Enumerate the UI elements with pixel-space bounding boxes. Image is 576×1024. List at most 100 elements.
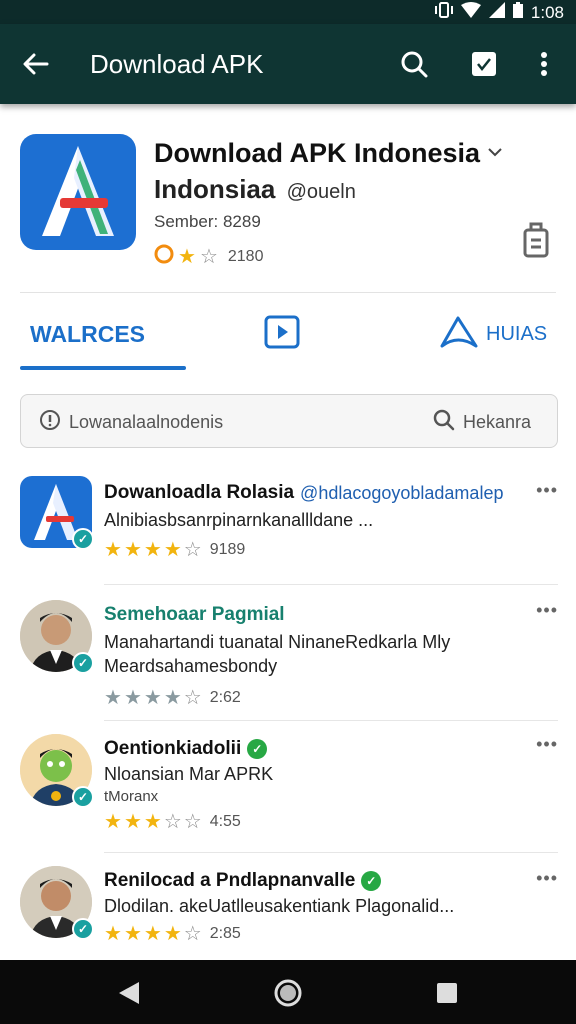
badge-icon [154, 244, 174, 269]
battery-icon [512, 2, 523, 23]
status-bar: 1:08 [0, 0, 576, 24]
back-arrow-icon[interactable] [18, 46, 54, 82]
tab-play[interactable] [264, 314, 300, 354]
star-filled-icon: ★ [143, 811, 162, 833]
star-empty-icon: ☆ [183, 811, 202, 833]
verified-icon: ✓ [72, 786, 94, 808]
nav-recents-icon[interactable] [432, 978, 462, 1008]
star-filled-icon: ★ [143, 687, 162, 709]
star-empty-icon: ☆ [183, 687, 202, 709]
result-title: Oentionkiadolii [104, 738, 242, 759]
star-filled-icon: ★ [104, 923, 122, 945]
verified-icon: ✓ [72, 652, 94, 674]
star-filled-icon: ★ [163, 539, 182, 561]
rating-stars: ★ ★ ★ ★ ☆ 9189 [104, 540, 245, 560]
divider [104, 852, 558, 853]
more-horiz-icon[interactable]: ••• [536, 600, 558, 621]
list-item[interactable]: ✓ Renilocad a Pndlapnanvalle ✓ Dlodilan.… [0, 858, 576, 958]
list-item[interactable]: ✓ Oentionkiadolii ✓ Nloansian Mar APRK t… [0, 724, 576, 854]
signal-icon [488, 2, 505, 23]
rating-count: 2:85 [209, 925, 241, 942]
result-name: Oentionkiadolii ✓ [104, 738, 268, 760]
result-name: Renilocad a Pndlapnanvalle ✓ [104, 870, 382, 892]
vibrate-icon [434, 2, 453, 23]
wifi-icon [460, 2, 481, 23]
search-button-label[interactable]: Hekanra [463, 412, 531, 433]
result-description: Nloansian Mar APRK [104, 764, 274, 784]
star-filled-icon: ★ [163, 923, 182, 945]
trash-icon[interactable] [520, 222, 552, 258]
star-filled-icon: ★ [123, 687, 142, 709]
tab-bar: WALRCES HUIAS [0, 300, 576, 372]
status-time: 1:08 [530, 2, 564, 22]
app-handle: @oueln [286, 181, 356, 203]
result-title: Dowanloadla Rolasia [104, 482, 295, 503]
nav-back-icon[interactable] [114, 978, 144, 1008]
tab-walrces[interactable]: WALRCES [30, 314, 145, 354]
star-filled-icon: ★ [143, 539, 162, 561]
select-all-icon[interactable] [466, 46, 502, 82]
app-title: Download APK Indonesia [154, 138, 481, 168]
star-filled-icon: ★ [104, 687, 122, 709]
search-bar[interactable]: Lowanalaalnodenis Hekanra [20, 394, 558, 448]
divider [104, 584, 558, 585]
app-bar: Download APK [0, 24, 576, 104]
verified-icon: ✓ [72, 528, 94, 550]
verified-check-icon: ✓ [247, 739, 268, 759]
system-nav-bar [0, 960, 576, 1024]
star-filled-icon: ★ [104, 539, 122, 561]
result-title: Renilocad a Pndlapnanvalle [104, 870, 356, 891]
star-filled-icon: ★ [163, 687, 182, 709]
divider [20, 292, 556, 293]
send-arrow-icon [440, 316, 478, 353]
app-rating-count: 2180 [227, 247, 264, 265]
more-horiz-icon[interactable]: ••• [536, 868, 558, 889]
verified-icon: ✓ [72, 918, 94, 940]
tab-indicator [20, 366, 186, 370]
star-filled-icon: ★ [143, 923, 162, 945]
tab-label: HUIAS [486, 322, 548, 345]
tab-label: WALRCES [30, 320, 145, 347]
search-input[interactable]: Lowanalaalnodenis [69, 412, 223, 433]
more-horiz-icon[interactable]: ••• [536, 480, 558, 501]
star-empty-icon: ☆ [183, 923, 202, 945]
tab-huias[interactable]: HUIAS [440, 314, 547, 354]
more-horiz-icon[interactable]: ••• [536, 734, 558, 755]
result-handle: @hdlacogoyobladamalep [300, 482, 504, 503]
app-subtitle: Indonsiaa @oueln [154, 174, 356, 205]
result-description: Dlodilan. akeUatlleusakentiank Plagonali… [104, 896, 455, 916]
star-filled-icon: ★ [123, 539, 142, 561]
nav-home-icon[interactable] [273, 978, 303, 1008]
rating-count: 9189 [209, 541, 246, 558]
app-logo[interactable] [20, 134, 136, 250]
result-title: Semehoaar Pagmial [104, 604, 285, 625]
list-item[interactable]: ✓ Dowanloadla Rolasia @hdlacogoyobladama… [0, 470, 576, 586]
result-description: Alnibiasbsanrpinarnkanallldane ... [104, 510, 374, 530]
more-vert-icon[interactable] [526, 46, 562, 82]
search-icon[interactable] [396, 46, 432, 82]
divider [104, 720, 558, 721]
rating-stars: ★ ★ ★ ★ ☆ 2:62 [104, 688, 241, 708]
app-bar-title: Download APK [90, 49, 264, 79]
app-rating: ★ ☆ 2180 [154, 244, 263, 269]
app-header: Download APK Indonesia Indonsiaa @oueln … [0, 118, 576, 294]
star-filled-icon: ★ [104, 811, 122, 833]
chevron-down-icon[interactable] [488, 144, 502, 162]
result-description-2: Meardsahamesbondy [104, 656, 278, 676]
play-box-icon [264, 315, 300, 354]
info-icon [39, 409, 61, 436]
result-name: Semehoaar Pagmial [104, 604, 285, 626]
app-subtitle-text: Indonsiaa [154, 174, 276, 204]
verified-check-icon: ✓ [361, 871, 382, 891]
app-meta: Sember: 8289 [154, 212, 261, 231]
star-filled-icon: ★ [123, 811, 142, 833]
star-empty-icon: ☆ [199, 245, 218, 268]
rating-stars: ★ ★ ★ ★ ☆ 2:85 [104, 924, 241, 944]
result-name: Dowanloadla Rolasia @hdlacogoyobladamale… [104, 482, 503, 504]
rating-count: 4:55 [209, 813, 241, 830]
star-empty-icon: ☆ [163, 811, 182, 833]
result-description: Manahartandi tuanatal NinaneRedkarla Mly [104, 632, 451, 652]
list-item[interactable]: ✓ Semehoaar Pagmial Manahartandi tuanata… [0, 590, 576, 721]
search-icon[interactable] [433, 409, 455, 436]
rating-count: 2:62 [209, 689, 241, 706]
